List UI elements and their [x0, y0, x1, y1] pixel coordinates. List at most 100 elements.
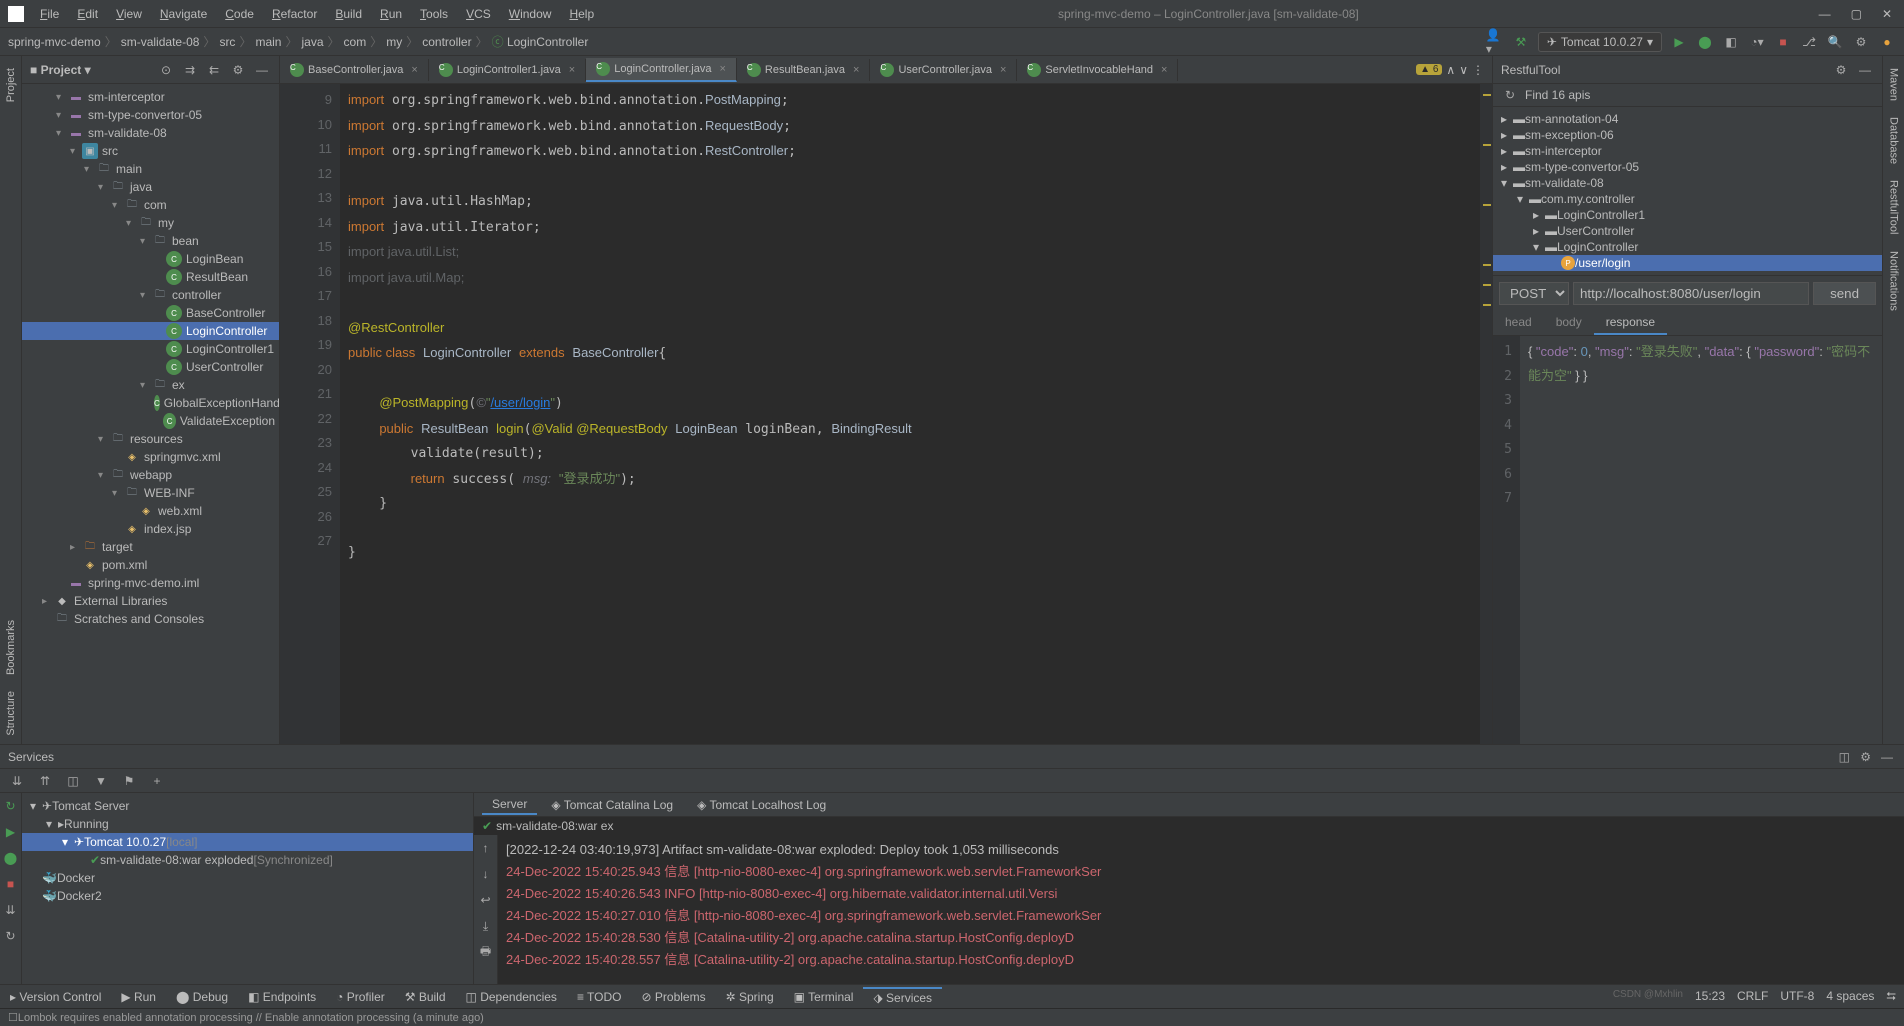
stop-icon[interactable]: ■: [2, 875, 20, 893]
tree-item[interactable]: CResultBean: [22, 268, 279, 286]
menu-build[interactable]: Build: [327, 3, 370, 25]
status-indicator[interactable]: ⮀: [1886, 989, 1896, 1004]
settings-icon[interactable]: ⚙: [1852, 33, 1870, 51]
editor-tab[interactable]: CResultBean.java×: [737, 59, 871, 81]
status-tab-spring[interactable]: ✲ Spring: [716, 987, 784, 1007]
editor-tab[interactable]: CUserController.java×: [870, 59, 1017, 81]
tree-item[interactable]: ▾🗀controller: [22, 286, 279, 304]
status-tab-terminal[interactable]: ▣ Terminal: [784, 987, 864, 1007]
api-tree-item[interactable]: ▾▬ LoginController: [1493, 239, 1882, 255]
api-tree-item[interactable]: ▸▬ UserController: [1493, 223, 1882, 239]
response-tab-head[interactable]: head: [1493, 311, 1544, 335]
breadcrumb-item[interactable]: ⓒ LoginController: [492, 33, 589, 50]
expand-all-icon[interactable]: ⇊: [8, 772, 26, 790]
api-tree-item[interactable]: ▸▬ sm-exception-06: [1493, 127, 1882, 143]
project-tool-tab[interactable]: Project: [3, 60, 19, 110]
url-input[interactable]: [1573, 282, 1809, 305]
tree-item[interactable]: ▾🗀my: [22, 214, 279, 232]
status-tab-profiler[interactable]: ◔ Profiler: [326, 987, 395, 1007]
flag-icon[interactable]: ⚑: [120, 772, 138, 790]
gear-icon[interactable]: ⚙: [229, 61, 247, 79]
menu-tools[interactable]: Tools: [412, 3, 456, 25]
deploy-icon[interactable]: ⇊: [2, 901, 20, 919]
breadcrumb-item[interactable]: sm-validate-08: [121, 35, 200, 49]
tree-item[interactable]: 🗀Scratches and Consoles: [22, 610, 279, 628]
http-method-select[interactable]: POST: [1499, 282, 1569, 305]
menu-help[interactable]: Help: [561, 3, 602, 25]
close-icon[interactable]: ✕: [1878, 7, 1896, 21]
project-tree[interactable]: ▾▬sm-interceptor▾▬sm-type-convertor-05▾▬…: [22, 84, 279, 744]
hide-icon[interactable]: —: [1856, 61, 1874, 79]
gear-icon[interactable]: ⚙: [1832, 61, 1850, 79]
down-icon[interactable]: ↓: [477, 865, 495, 883]
status-tab-run[interactable]: ▶ Run: [111, 987, 166, 1007]
inspection-up-icon[interactable]: ∧: [1446, 63, 1455, 77]
menu-file[interactable]: File: [32, 3, 67, 25]
services-tree[interactable]: ▾✈ Tomcat Server▾▸ Running▾✈ Tomcat 10.0…: [22, 793, 474, 984]
service-tree-item[interactable]: ✔ sm-validate-08:war exploded [Synchroni…: [22, 851, 473, 869]
hide-icon[interactable]: —: [1878, 748, 1896, 766]
menu-run[interactable]: Run: [372, 3, 410, 25]
close-tab-icon[interactable]: ×: [1000, 64, 1006, 76]
run-icon[interactable]: ▶: [2, 823, 20, 841]
status-indicator[interactable]: UTF-8: [1780, 989, 1814, 1004]
response-tab-body[interactable]: body: [1544, 311, 1594, 335]
log-tab[interactable]: ◈ Tomcat Localhost Log: [687, 796, 836, 814]
coverage-icon[interactable]: ◧: [1722, 33, 1740, 51]
tree-item[interactable]: CValidateException: [22, 412, 279, 430]
debug-icon[interactable]: ⬤: [1696, 33, 1714, 51]
breadcrumb-item[interactable]: spring-mvc-demo: [8, 35, 101, 49]
tree-item[interactable]: ◈web.xml: [22, 502, 279, 520]
api-tree-item[interactable]: ▸▬ sm-interceptor: [1493, 143, 1882, 159]
send-button[interactable]: send: [1813, 282, 1876, 305]
status-tab-debug[interactable]: ⬤ Debug: [166, 987, 238, 1007]
scroll-icon[interactable]: ⤓: [477, 917, 495, 935]
status-indicator[interactable]: CRLF: [1737, 989, 1768, 1004]
editor-tab[interactable]: CLoginController1.java×: [429, 59, 586, 81]
debug-icon[interactable]: ⬤: [2, 849, 20, 867]
tree-item[interactable]: ▾🗀main: [22, 160, 279, 178]
tree-item[interactable]: CLoginController: [22, 322, 279, 340]
tree-item[interactable]: ▾🗀com: [22, 196, 279, 214]
user-icon[interactable]: 👤▾: [1486, 33, 1504, 51]
run-config-selector[interactable]: ✈ Tomcat 10.0.27 ▾: [1538, 32, 1662, 52]
select-opened-icon[interactable]: ⊙: [157, 61, 175, 79]
inspection-down-icon[interactable]: ∨: [1459, 63, 1468, 77]
close-tab-icon[interactable]: ×: [719, 63, 725, 75]
log-tab[interactable]: Server: [482, 795, 537, 815]
api-tree-item[interactable]: ▸▬ sm-annotation-04: [1493, 111, 1882, 127]
filter-icon[interactable]: ▼: [92, 772, 110, 790]
console-output[interactable]: [2022-12-24 03:40:19,973] Artifact sm-va…: [498, 835, 1904, 984]
service-tree-item[interactable]: 🐳 Docker2: [22, 887, 473, 905]
close-tab-icon[interactable]: ×: [1161, 64, 1167, 76]
notifications-tab[interactable]: Notifications: [1886, 243, 1902, 319]
expand-icon[interactable]: ⇉: [181, 61, 199, 79]
breadcrumb-item[interactable]: com: [344, 35, 367, 49]
hide-icon[interactable]: —: [253, 61, 271, 79]
tree-item[interactable]: ▾▬sm-interceptor: [22, 88, 279, 106]
status-tab-version-control[interactable]: ▸ Version Control: [0, 987, 111, 1007]
tree-item[interactable]: ▾🗀ex: [22, 376, 279, 394]
marker-bar[interactable]: [1480, 84, 1492, 744]
editor-tab[interactable]: CServletInvocableHand×: [1017, 59, 1178, 81]
tree-item[interactable]: ▾🗀resources: [22, 430, 279, 448]
search-icon[interactable]: 🔍: [1826, 33, 1844, 51]
status-tab-problems[interactable]: ⊘ Problems: [632, 987, 716, 1007]
up-icon[interactable]: ↑: [477, 839, 495, 857]
breadcrumb-item[interactable]: my: [386, 35, 402, 49]
bookmarks-tool-tab[interactable]: Bookmarks: [3, 612, 19, 683]
status-tab-services[interactable]: ⬗ Services: [863, 987, 942, 1007]
restfultool-tab[interactable]: RestfulTool: [1886, 172, 1902, 242]
service-tree-item[interactable]: 🐳 Docker: [22, 869, 473, 887]
status-tab-todo[interactable]: ≡ TODO: [567, 987, 632, 1007]
tree-item[interactable]: CLoginController1: [22, 340, 279, 358]
structure-tool-tab[interactable]: Structure: [3, 683, 19, 744]
maven-tool-tab[interactable]: Maven: [1886, 60, 1902, 109]
status-indicator[interactable]: 15:23: [1695, 989, 1725, 1004]
rerun-icon[interactable]: ↻: [2, 797, 20, 815]
tree-item[interactable]: ▾▬sm-validate-08: [22, 124, 279, 142]
api-tree-item[interactable]: ▾▬ com.my.controller: [1493, 191, 1882, 207]
menu-navigate[interactable]: Navigate: [152, 3, 215, 25]
database-tool-tab[interactable]: Database: [1886, 109, 1902, 172]
code-content[interactable]: import org.springframework.web.bind.anno…: [340, 84, 1480, 744]
